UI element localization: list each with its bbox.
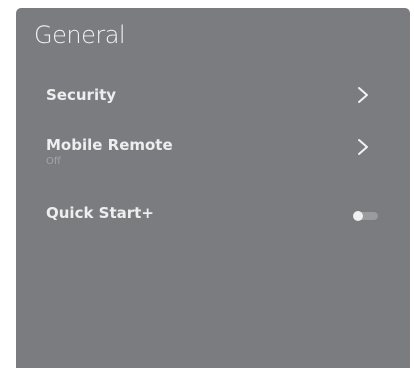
panel-title: General: [34, 21, 126, 49]
menu-item-label: Mobile Remote: [46, 136, 173, 154]
menu-item-label: Security: [46, 86, 117, 104]
menu-item-mobile-remote[interactable]: Mobile Remote Off: [16, 134, 410, 172]
toggle-knob: [353, 211, 363, 221]
quick-start-toggle[interactable]: [353, 211, 378, 221]
menu-item-quick-start[interactable]: Quick Start+: [16, 200, 410, 228]
menu-item-label: Quick Start+: [46, 204, 154, 222]
chevron-right-icon: [356, 86, 370, 104]
menu-item-security[interactable]: Security: [16, 82, 410, 110]
general-settings-panel: General Security Mobile Remote Off Quick…: [16, 8, 410, 368]
menu-item-status: Off: [46, 156, 61, 167]
chevron-right-icon: [356, 138, 370, 156]
